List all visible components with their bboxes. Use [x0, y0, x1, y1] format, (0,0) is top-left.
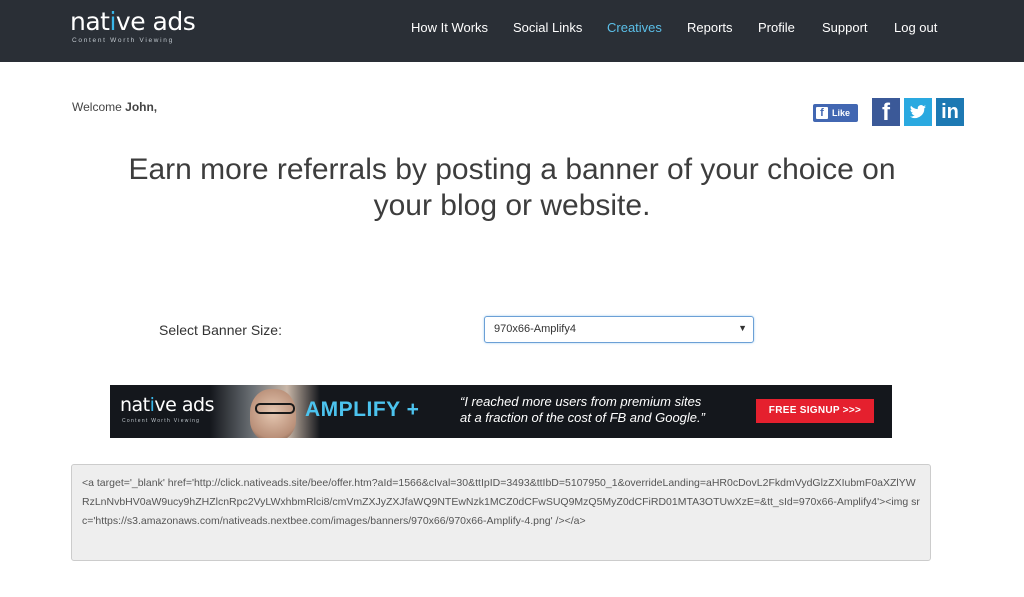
- nav-reports[interactable]: Reports: [687, 20, 733, 35]
- banner-size-label: Select Banner Size:: [159, 322, 282, 338]
- banner-product-name: AMPLIFY +: [305, 398, 420, 421]
- banner-quote-line-2: at a fraction of the cost of FB and Goog…: [460, 410, 705, 425]
- like-label: Like: [832, 108, 851, 118]
- banner-size-select[interactable]: 970x66-Amplify4 ▼: [484, 316, 754, 343]
- welcome-username: John,: [125, 100, 158, 114]
- facebook-icon[interactable]: f: [872, 98, 900, 126]
- nav-profile[interactable]: Profile: [758, 20, 795, 35]
- nav-social-links[interactable]: Social Links: [513, 20, 582, 35]
- facebook-like-button[interactable]: f Like: [813, 104, 858, 122]
- banner-glasses-graphic: [255, 403, 295, 414]
- banner-quote-line-1: “I reached more users from premium sites: [460, 394, 702, 409]
- twitter-bird-glyph: [910, 105, 926, 119]
- free-signup-button[interactable]: FREE SIGNUP >>>: [756, 399, 874, 423]
- top-navbar: native ads Content Worth Viewing How It …: [0, 0, 1024, 62]
- linkedin-icon[interactable]: in: [936, 98, 964, 126]
- nav-creatives[interactable]: Creatives: [607, 20, 662, 35]
- banner-quote: “I reached more users from premium sites…: [460, 394, 760, 426]
- banner-logo-tagline: Content Worth Viewing: [122, 418, 201, 424]
- embed-code-box[interactable]: <a target='_blank' href='http://click.na…: [71, 464, 931, 561]
- page-headline: Earn more referrals by posting a banner …: [128, 153, 896, 222]
- twitter-icon[interactable]: [904, 98, 932, 126]
- chevron-down-icon: ▼: [738, 323, 747, 333]
- facebook-small-icon: f: [816, 107, 828, 119]
- banner-preview[interactable]: native ads Content Worth Viewing AMPLIFY…: [110, 385, 892, 438]
- nav-how-it-works[interactable]: How It Works: [411, 20, 488, 35]
- banner-size-selected-value: 970x66-Amplify4: [494, 323, 576, 335]
- welcome-text: Welcome John,: [72, 100, 157, 114]
- banner-logo: native ads: [120, 394, 214, 416]
- main-nav: How It Works Social Links Creatives Repo…: [0, 0, 1024, 62]
- nav-support[interactable]: Support: [822, 20, 868, 35]
- nav-log-out[interactable]: Log out: [894, 20, 937, 35]
- welcome-prefix: Welcome: [72, 100, 126, 114]
